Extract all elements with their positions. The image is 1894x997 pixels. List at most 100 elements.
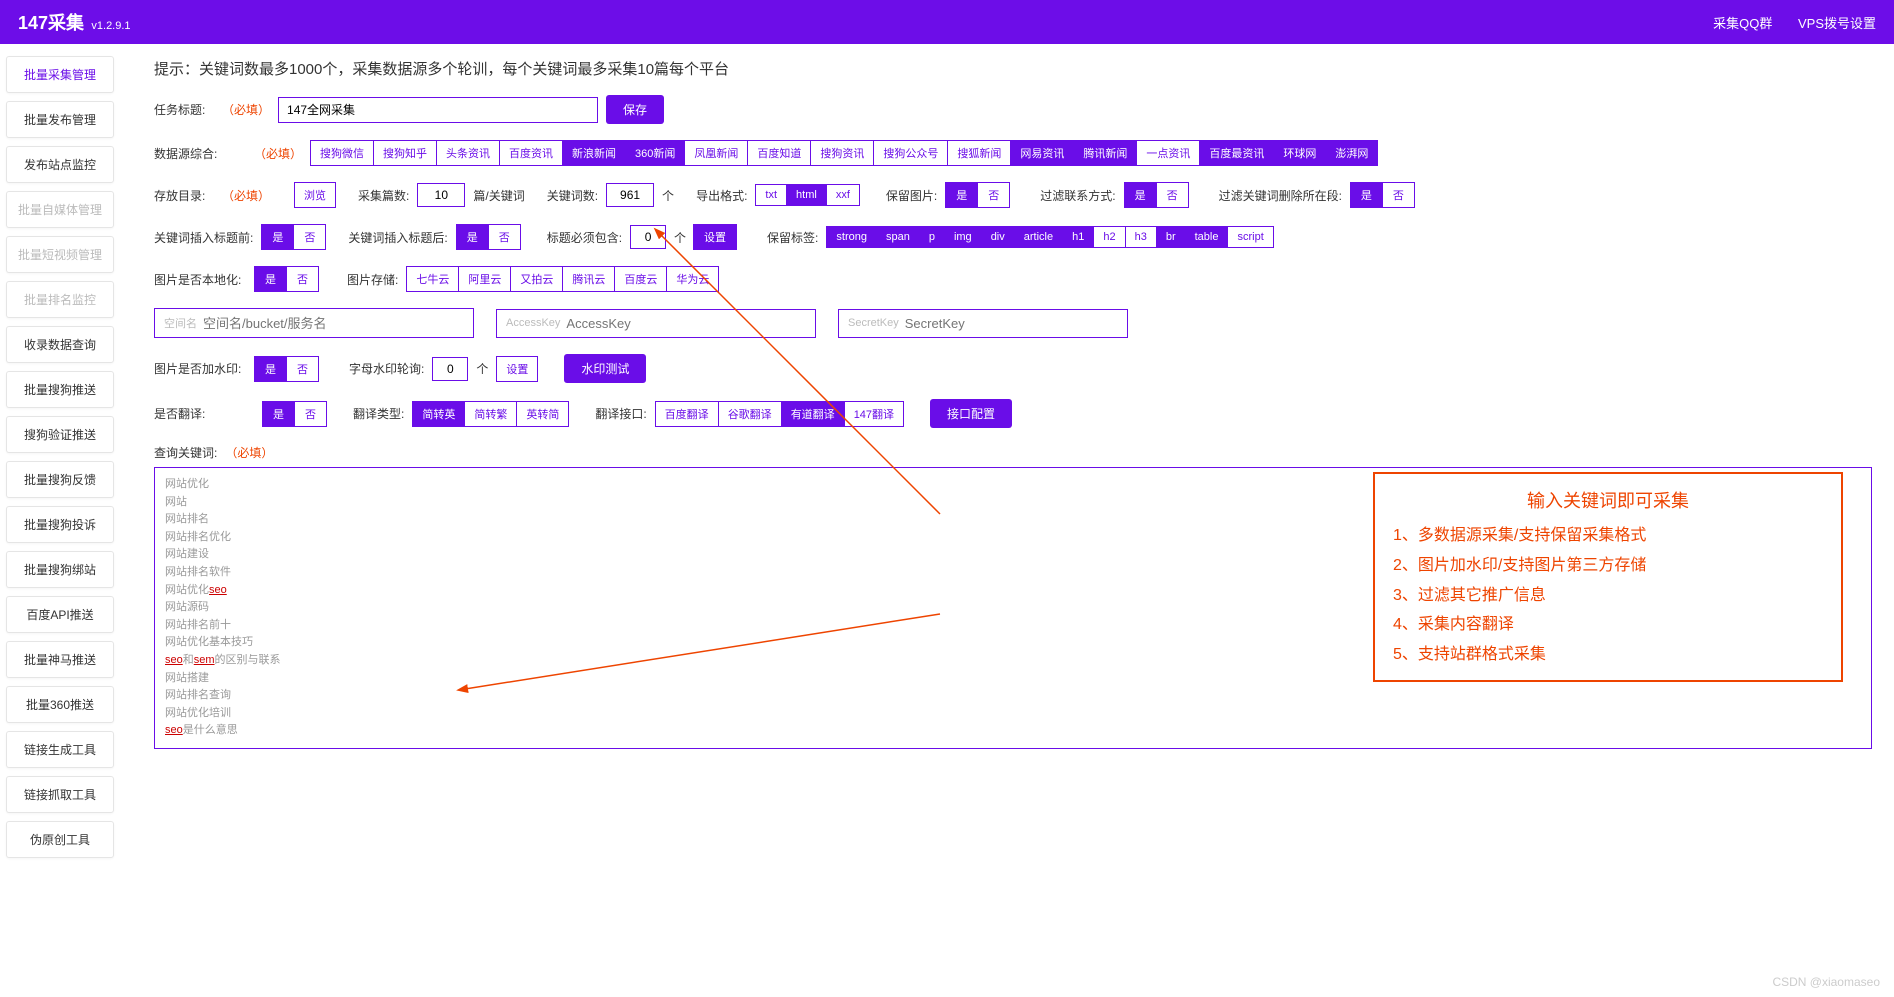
- count-input[interactable]: [417, 183, 465, 207]
- cloud-store-tag[interactable]: 华为云: [666, 266, 719, 292]
- source-tag[interactable]: 搜狗微信: [310, 140, 374, 166]
- source-tag[interactable]: 百度最资讯: [1199, 140, 1274, 166]
- html-tag-option[interactable]: strong: [826, 226, 877, 248]
- sidebar-item[interactable]: 批量搜狗推送: [6, 371, 114, 408]
- html-tag-option[interactable]: div: [981, 226, 1015, 248]
- sidebar-item[interactable]: 链接抓取工具: [6, 776, 114, 813]
- browse-button[interactable]: 浏览: [294, 182, 336, 208]
- source-tag[interactable]: 360新闻: [625, 140, 685, 166]
- no-option[interactable]: 否: [293, 224, 326, 250]
- cloud-store-tag[interactable]: 七牛云: [406, 266, 459, 292]
- sidebar-item[interactable]: 百度API推送: [6, 596, 114, 633]
- sidebar-item[interactable]: 批量采集管理: [6, 56, 114, 93]
- yes-option[interactable]: 是: [262, 401, 295, 427]
- html-tag-option[interactable]: h3: [1125, 226, 1157, 248]
- html-tag-option[interactable]: h2: [1093, 226, 1125, 248]
- translate-type-tag[interactable]: 简转繁: [464, 401, 517, 427]
- space-name-input[interactable]: [203, 316, 464, 331]
- sidebar-item[interactable]: 伪原创工具: [6, 821, 114, 858]
- html-tag-option[interactable]: p: [919, 226, 945, 248]
- no-option[interactable]: 否: [488, 224, 521, 250]
- format-tag[interactable]: html: [786, 184, 827, 206]
- source-tag[interactable]: 网易资讯: [1010, 140, 1074, 166]
- translate-api-tag[interactable]: 百度翻译: [655, 401, 719, 427]
- source-tag[interactable]: 新浪新闻: [562, 140, 626, 166]
- html-tag-option[interactable]: br: [1156, 226, 1186, 248]
- cloud-store-tag[interactable]: 腾讯云: [562, 266, 615, 292]
- toggle-filter-contact[interactable]: 是 否: [1124, 182, 1189, 208]
- link-vps-settings[interactable]: VPS拨号设置: [1798, 16, 1876, 31]
- no-option[interactable]: 否: [1382, 182, 1415, 208]
- no-option[interactable]: 否: [977, 182, 1010, 208]
- toggle-imglocal[interactable]: 是 否: [254, 266, 319, 292]
- sidebar-item[interactable]: 收录数据查询: [6, 326, 114, 363]
- sidebar-item[interactable]: 批量搜狗反馈: [6, 461, 114, 498]
- yes-option[interactable]: 是: [456, 224, 489, 250]
- sidebar-item[interactable]: 链接生成工具: [6, 731, 114, 768]
- sidebar-item[interactable]: 批量发布管理: [6, 101, 114, 138]
- format-tag[interactable]: txt: [755, 184, 787, 206]
- source-tag[interactable]: 一点资讯: [1136, 140, 1200, 166]
- yes-option[interactable]: 是: [945, 182, 978, 208]
- api-config-button[interactable]: 接口配置: [930, 399, 1012, 428]
- translate-api-tag[interactable]: 谷歌翻译: [718, 401, 782, 427]
- html-tag-option[interactable]: img: [944, 226, 982, 248]
- source-tag[interactable]: 搜狐新闻: [947, 140, 1011, 166]
- toggle-translate[interactable]: 是 否: [262, 401, 327, 427]
- html-tag-option[interactable]: h1: [1062, 226, 1094, 248]
- yes-option[interactable]: 是: [254, 266, 287, 292]
- accesskey-input[interactable]: [566, 316, 806, 331]
- sidebar-item[interactable]: 发布站点监控: [6, 146, 114, 183]
- html-tag-option[interactable]: span: [876, 226, 920, 248]
- secretkey-input[interactable]: [905, 316, 1118, 331]
- sidebar-item[interactable]: 批量自媒体管理: [6, 191, 114, 228]
- must-set-button[interactable]: 设置: [693, 224, 737, 250]
- cloud-store-tag[interactable]: 又拍云: [510, 266, 563, 292]
- sidebar-item[interactable]: 批量排名监控: [6, 281, 114, 318]
- source-tag[interactable]: 搜狗公众号: [873, 140, 948, 166]
- source-tag[interactable]: 搜狗知乎: [373, 140, 437, 166]
- no-option[interactable]: 否: [294, 401, 327, 427]
- sidebar-item[interactable]: 批量360推送: [6, 686, 114, 723]
- format-tag[interactable]: xxf: [826, 184, 860, 206]
- translate-type-tag[interactable]: 简转英: [412, 401, 465, 427]
- source-tag[interactable]: 百度资讯: [499, 140, 563, 166]
- no-option[interactable]: 否: [286, 266, 319, 292]
- translate-api-tag[interactable]: 有道翻译: [781, 401, 845, 427]
- no-option[interactable]: 否: [1156, 182, 1189, 208]
- no-option[interactable]: 否: [286, 356, 319, 382]
- sidebar-item[interactable]: 批量搜狗投诉: [6, 506, 114, 543]
- source-tag[interactable]: 腾讯新闻: [1073, 140, 1137, 166]
- kwcount-input[interactable]: [606, 183, 654, 207]
- wm-interval-input[interactable]: [432, 357, 468, 381]
- cloud-store-tag[interactable]: 阿里云: [458, 266, 511, 292]
- html-tag-option[interactable]: article: [1014, 226, 1063, 248]
- link-qqgroup[interactable]: 采集QQ群: [1713, 16, 1772, 31]
- source-tag[interactable]: 澎湃网: [1325, 140, 1378, 166]
- html-tag-option[interactable]: table: [1185, 226, 1229, 248]
- translate-type-tag[interactable]: 英转简: [516, 401, 569, 427]
- sidebar-item[interactable]: 批量短视频管理: [6, 236, 114, 273]
- cloud-store-tag[interactable]: 百度云: [614, 266, 667, 292]
- html-tag-option[interactable]: script: [1227, 226, 1273, 248]
- watermark-test-button[interactable]: 水印测试: [564, 354, 646, 383]
- toggle-kw-after[interactable]: 是 否: [456, 224, 521, 250]
- yes-option[interactable]: 是: [254, 356, 287, 382]
- keyword-textarea[interactable]: 网站优化网站网站排名网站排名优化网站建设网站排名软件网站优化seo网站源码网站排…: [154, 467, 1872, 749]
- save-button[interactable]: 保存: [606, 95, 664, 124]
- wm-set-button[interactable]: 设置: [496, 356, 538, 382]
- toggle-kw-before[interactable]: 是 否: [261, 224, 326, 250]
- translate-api-tag[interactable]: 147翻译: [844, 401, 904, 427]
- must-count-input[interactable]: [630, 225, 666, 249]
- yes-option[interactable]: 是: [1350, 182, 1383, 208]
- toggle-keepimg[interactable]: 是 否: [945, 182, 1010, 208]
- sidebar-item[interactable]: 批量神马推送: [6, 641, 114, 678]
- toggle-watermark[interactable]: 是 否: [254, 356, 319, 382]
- sidebar-item[interactable]: 搜狗验证推送: [6, 416, 114, 453]
- yes-option[interactable]: 是: [1124, 182, 1157, 208]
- source-tag[interactable]: 环球网: [1273, 140, 1326, 166]
- source-tag[interactable]: 凤凰新闻: [684, 140, 748, 166]
- source-tag[interactable]: 搜狗资讯: [810, 140, 874, 166]
- sidebar-item[interactable]: 批量搜狗绑站: [6, 551, 114, 588]
- source-tag[interactable]: 头条资讯: [436, 140, 500, 166]
